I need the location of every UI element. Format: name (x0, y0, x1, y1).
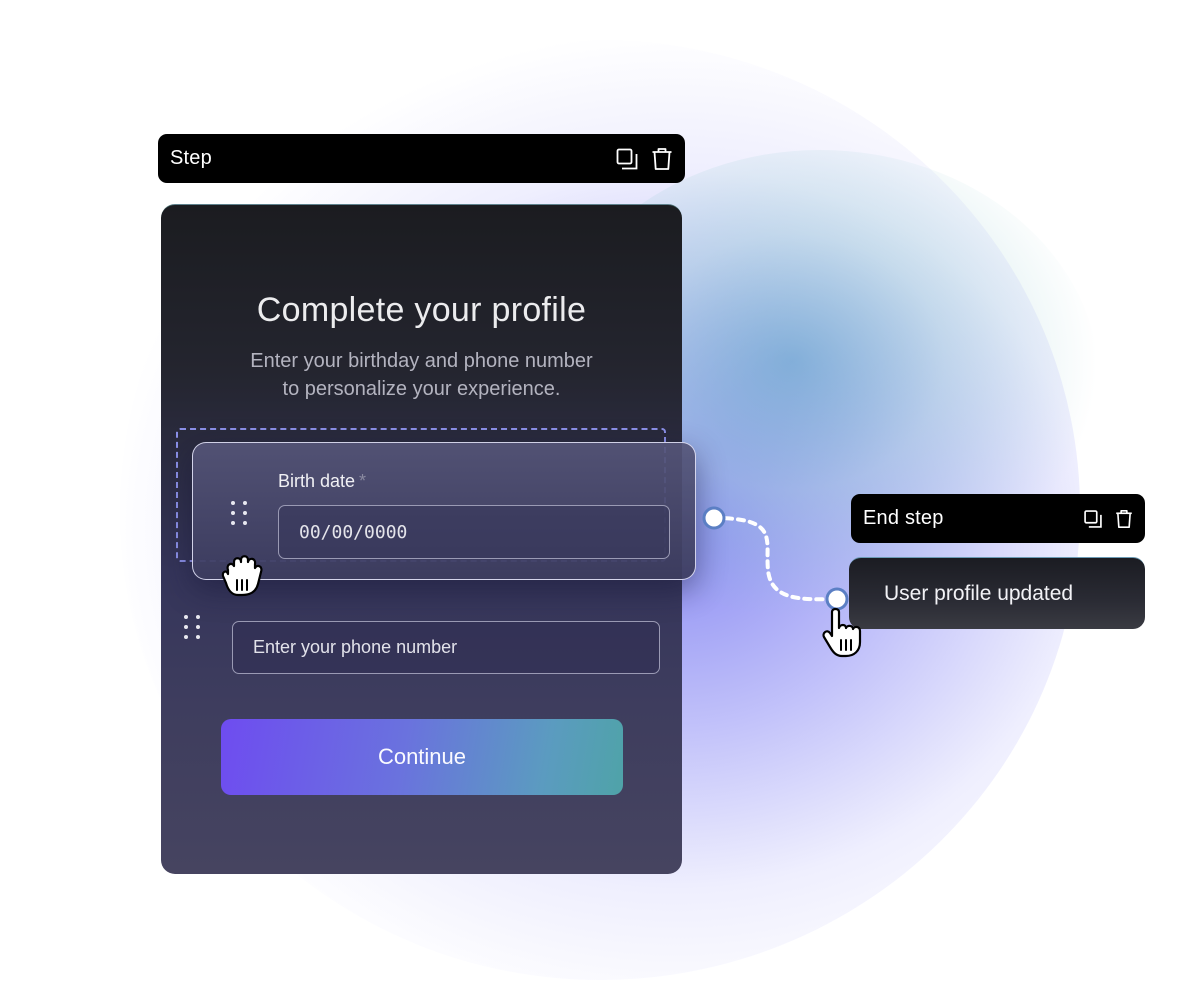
connector-path (712, 516, 838, 602)
pointer-cursor-icon (822, 607, 862, 658)
end-step-actions (1083, 509, 1133, 529)
trash-icon[interactable] (1115, 509, 1133, 529)
end-step-card[interactable]: User profile updated (849, 557, 1145, 629)
duplicate-icon[interactable] (1083, 509, 1103, 529)
end-step-text: User profile updated (884, 581, 1074, 605)
end-step-title: End step (863, 507, 944, 529)
end-step-toolbar: End step (851, 494, 1145, 543)
connector-start-node (702, 506, 726, 530)
grab-cursor-icon (221, 555, 263, 597)
